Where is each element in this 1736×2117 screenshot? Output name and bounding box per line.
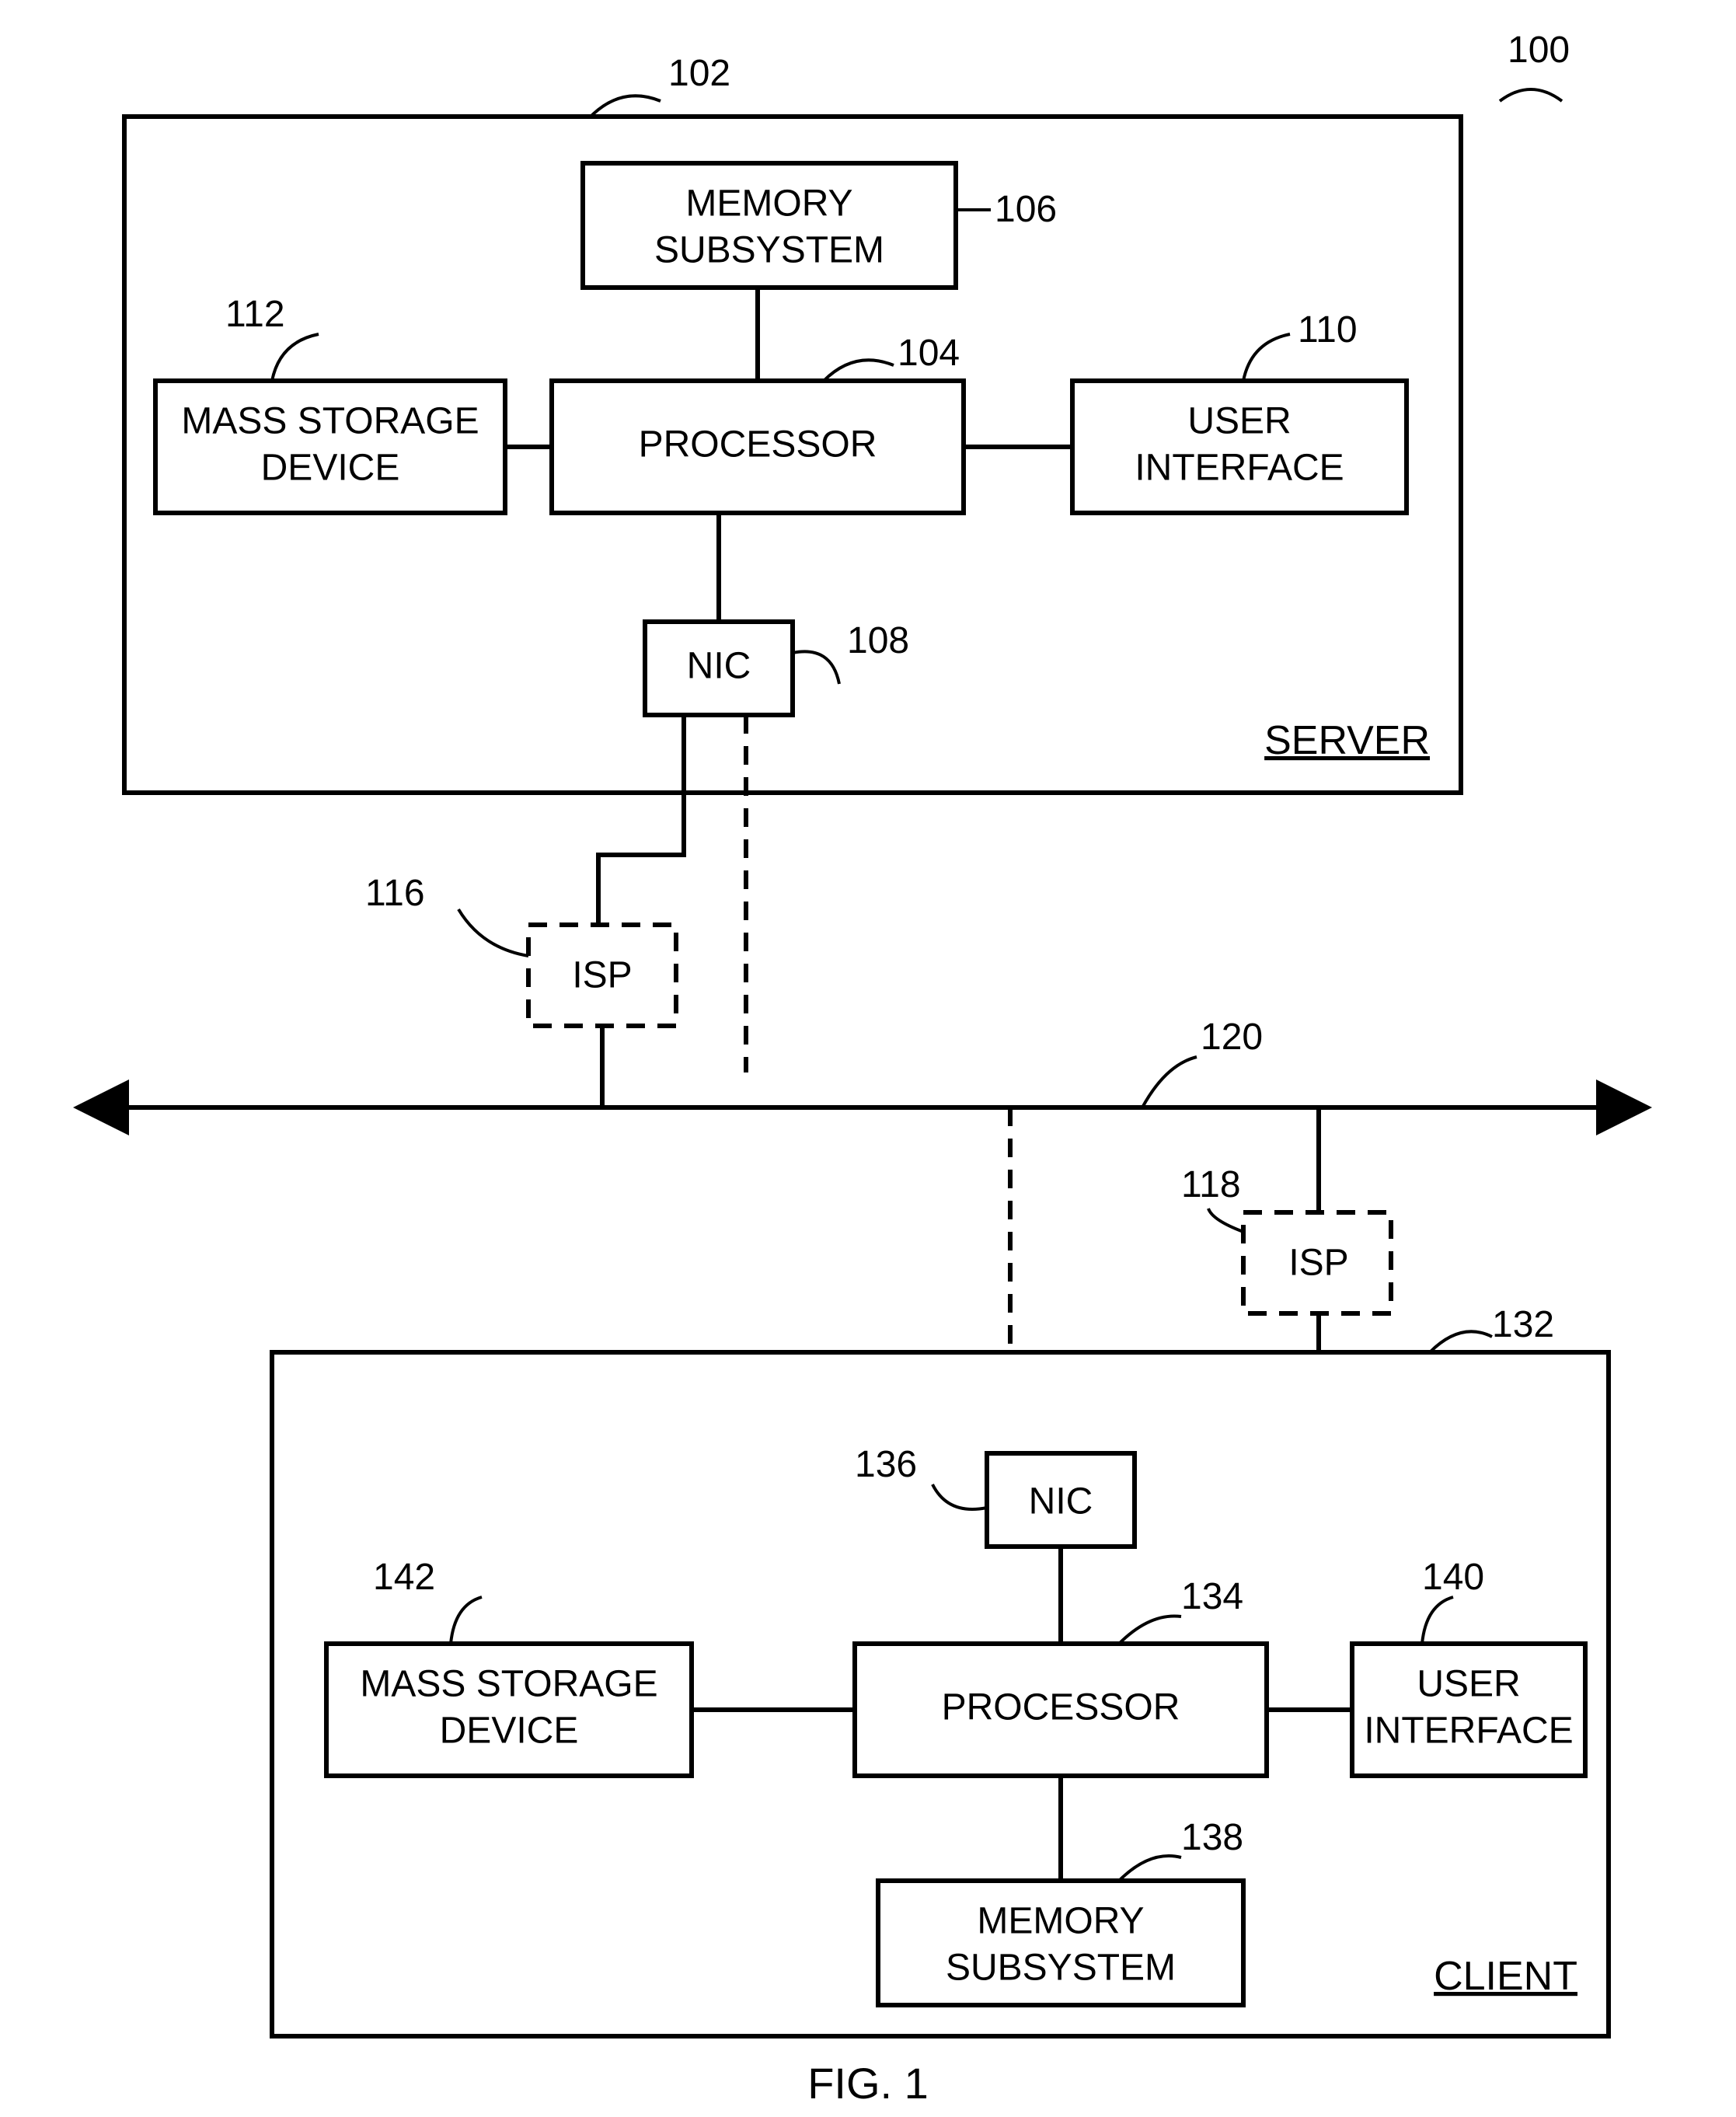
server-nic-label: NIC [687, 646, 751, 687]
client-ui-l2: INTERFACE [1364, 1711, 1573, 1752]
client-processor-label: PROCESSOR [942, 1687, 1180, 1728]
ref-118: 118 [1181, 1164, 1241, 1205]
server-memory-l1: MEMORY [685, 183, 852, 225]
client-storage-l1: MASS STORAGE [360, 1664, 657, 1705]
ref-140: 140 [1422, 1557, 1484, 1598]
server-ui-l2: INTERFACE [1135, 448, 1344, 489]
ref-112: 112 [225, 294, 285, 335]
lead-132 [1430, 1331, 1492, 1352]
lead-116 [458, 909, 528, 956]
isp2-label: ISP [1288, 1243, 1348, 1284]
lead-100 [1500, 89, 1562, 101]
server-title: SERVER [1264, 718, 1430, 763]
diagram-svg: 100 SERVER 102 MEMORY SUBSYSTEM 106 PROC… [0, 0, 1736, 2117]
ref-134: 134 [1181, 1576, 1243, 1617]
server-ui-l1: USER [1187, 401, 1291, 442]
lead-120 [1142, 1057, 1197, 1107]
figure-caption: FIG. 1 [807, 2059, 929, 2108]
lead-102 [591, 96, 661, 117]
client-memory-l1: MEMORY [977, 1901, 1144, 1942]
client-ui-l1: USER [1417, 1664, 1520, 1705]
ref-120: 120 [1201, 1017, 1263, 1058]
lead-118 [1208, 1208, 1243, 1232]
client-nic-label: NIC [1029, 1481, 1093, 1522]
client-memory-l2: SUBSYSTEM [946, 1948, 1176, 1989]
ref-136: 136 [855, 1444, 917, 1485]
ref-100: 100 [1508, 30, 1570, 71]
ref-142: 142 [373, 1557, 435, 1598]
server-storage-l2: DEVICE [261, 448, 400, 489]
client-storage-l2: DEVICE [440, 1711, 579, 1752]
ref-102: 102 [668, 53, 730, 94]
ref-132: 132 [1492, 1304, 1554, 1345]
ref-106: 106 [995, 189, 1057, 230]
isp1-label: ISP [572, 955, 632, 996]
ref-138: 138 [1181, 1817, 1243, 1858]
ref-108: 108 [847, 620, 909, 661]
ref-104: 104 [898, 333, 960, 374]
server-storage-l1: MASS STORAGE [181, 401, 479, 442]
server-memory-l2: SUBSYSTEM [654, 230, 884, 271]
ref-110: 110 [1298, 309, 1358, 351]
ref-116: 116 [365, 873, 425, 914]
server-processor-label: PROCESSOR [639, 424, 877, 466]
client-title: CLIENT [1434, 1954, 1577, 1999]
